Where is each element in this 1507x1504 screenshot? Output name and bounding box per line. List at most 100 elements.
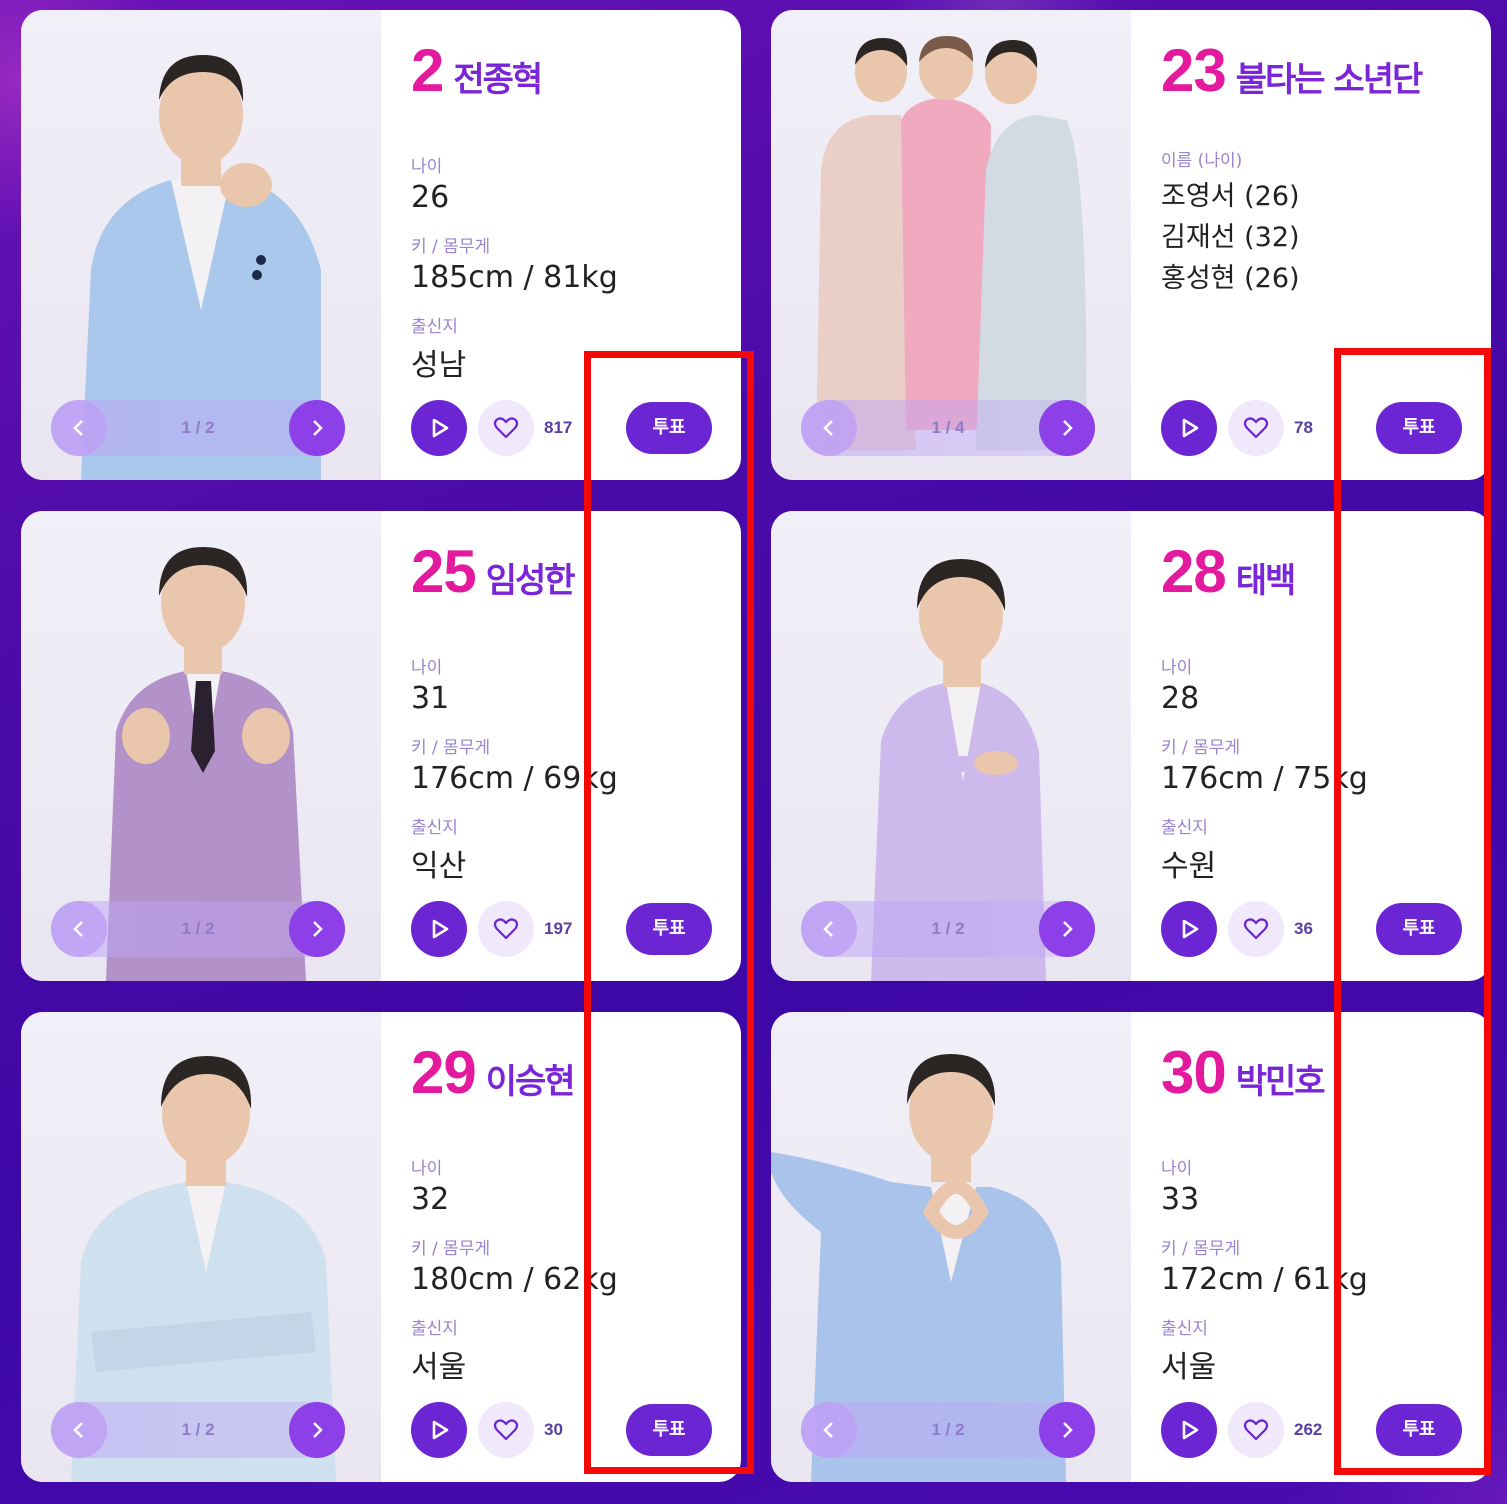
hometown-label: 출신지 [411,1319,458,1339]
next-photo-button[interactable] [289,901,345,957]
next-photo-button[interactable] [1039,901,1095,957]
heart-icon [493,417,519,439]
like-count: 262 [1294,1420,1323,1439]
hometown-label: 출신지 [411,317,458,337]
chevron-right-icon [1063,420,1073,436]
prev-photo-button[interactable] [801,1402,857,1458]
photo-page-indicator: 1 / 2 [181,919,215,938]
candidate-number: 25 [411,538,477,605]
like-button[interactable] [478,1402,534,1458]
hometown-value: 서울 [411,1350,467,1385]
next-photo-button[interactable] [1039,400,1095,456]
height-weight-label: 키 / 몸무게 [1161,1239,1241,1259]
next-photo-button[interactable] [289,1402,345,1458]
member-item: 조영서 (26) [1161,181,1300,212]
candidate-photo: 1 / 4 [771,10,1131,480]
age-value: 33 [1161,1182,1200,1217]
hometown-value: 서울 [1161,1350,1217,1385]
play-button[interactable] [411,901,467,957]
photo-pager: 1 / 2 [51,400,345,456]
height-weight-label: 키 / 몸무게 [1161,738,1241,758]
candidate-name: 태백 [1235,561,1297,601]
chevron-left-icon [823,921,833,937]
chevron-right-icon [313,420,323,436]
candidate-heading: 28 태백 [1161,537,1297,606]
play-icon [432,1420,449,1440]
age-value: 28 [1161,681,1200,716]
play-icon [1182,919,1199,939]
candidate-number: 28 [1161,538,1227,605]
photo-page-indicator: 1 / 2 [181,418,215,437]
chevron-right-icon [1063,921,1073,937]
play-button[interactable] [1161,901,1217,957]
candidate-photo: 1 / 2 [21,10,381,480]
like-button[interactable] [1228,400,1284,456]
age-label: 나이 [411,157,443,177]
like-count: 36 [1294,919,1313,938]
candidate-photo: 1 / 2 [21,511,381,981]
play-icon [1182,418,1199,438]
age-label: 나이 [1161,1159,1193,1179]
photo-page-indicator: 1 / 2 [181,1420,215,1439]
age-value: 26 [411,180,450,215]
photo-pager: 1 / 2 [801,901,1095,957]
like-button[interactable] [1228,901,1284,957]
chevron-left-icon [73,1422,83,1438]
age-value: 31 [411,681,450,716]
next-photo-button[interactable] [1039,1402,1095,1458]
like-count: 817 [544,418,573,437]
heart-icon [1243,918,1269,940]
play-icon [432,919,449,939]
like-count: 78 [1294,418,1313,437]
age-label: 나이 [411,1159,443,1179]
candidate-heading: 23 불타는 소년단 [1161,36,1424,105]
photo-page-indicator: 1 / 2 [931,919,965,938]
candidate-heading: 2 전종혁 [411,36,543,105]
like-button[interactable] [478,901,534,957]
age-label: 나이 [1161,658,1193,678]
play-button[interactable] [411,400,467,456]
chevron-right-icon [313,1422,323,1438]
candidate-name: 박민호 [1235,1062,1326,1102]
heart-icon [493,918,519,940]
like-count: 30 [544,1420,563,1439]
play-button[interactable] [1161,400,1217,456]
prev-photo-button[interactable] [51,901,107,957]
chevron-right-icon [313,921,323,937]
prev-photo-button[interactable] [51,400,107,456]
hometown-value: 익산 [411,849,467,884]
play-icon [432,418,449,438]
hometown-label: 출신지 [1161,818,1208,838]
photo-page-indicator: 1 / 4 [931,418,965,437]
play-button[interactable] [1161,1402,1217,1458]
photo-pager: 1 / 2 [51,1402,345,1458]
like-button[interactable] [1228,1402,1284,1458]
hometown-value: 수원 [1161,849,1217,884]
photo-pager: 1 / 4 [801,400,1095,456]
candidate-name: 전종혁 [453,60,543,100]
like-count: 197 [544,919,573,938]
height-weight-label: 키 / 몸무게 [411,1239,491,1259]
candidate-photo: 1 / 2 [771,1012,1131,1482]
prev-photo-button[interactable] [801,901,857,957]
candidate-heading: 30 박민호 [1161,1038,1326,1107]
candidate-number: 29 [411,1039,477,1106]
height-weight-label: 키 / 몸무게 [411,237,491,257]
like-button[interactable] [478,400,534,456]
prev-photo-button[interactable] [801,400,857,456]
photo-pager: 1 / 2 [801,1402,1095,1458]
candidate-name: 임성한 [485,561,576,601]
candidate-name: 불타는 소년단 [1235,60,1424,100]
photo-page-indicator: 1 / 2 [931,1420,965,1439]
height-weight-label: 키 / 몸무게 [411,738,491,758]
candidate-name: 이승현 [485,1062,576,1102]
prev-photo-button[interactable] [51,1402,107,1458]
hometown-label: 출신지 [1161,1319,1208,1339]
play-button[interactable] [411,1402,467,1458]
hometown-value: 성남 [411,348,467,383]
heart-icon [1243,1419,1269,1441]
next-photo-button[interactable] [289,400,345,456]
candidate-photo: 1 / 2 [771,511,1131,981]
candidate-heading: 29 이승현 [411,1038,576,1107]
chevron-right-icon [1063,1422,1073,1438]
